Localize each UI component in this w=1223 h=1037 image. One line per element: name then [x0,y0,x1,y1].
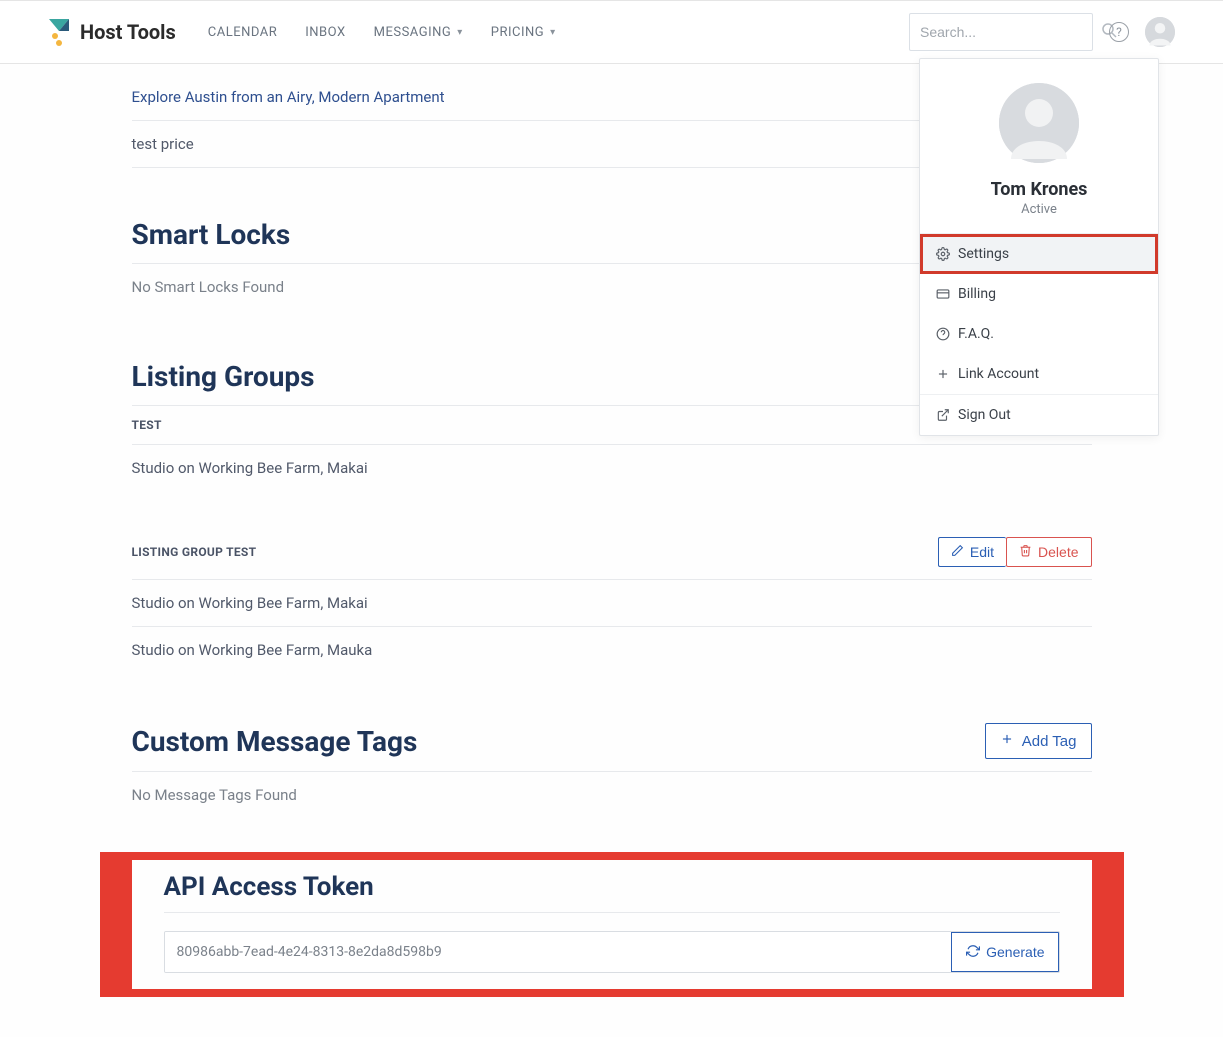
listing-link[interactable]: test price [132,135,194,153]
edit-button[interactable]: Edit [938,537,1006,567]
api-token-row: 80986abb-7ead-4e24-8313-8e2da8d598b9 Gen… [164,931,1060,973]
chevron-down-icon: ▾ [550,27,556,38]
api-token-heading: API Access Token [164,872,1060,913]
user-menu-sign-out-label: Sign Out [958,407,1011,423]
gear-icon [936,247,950,261]
user-menu-settings-label: Settings [958,246,1009,262]
user-menu-avatar [999,83,1079,163]
add-tag-label: Add Tag [1022,733,1077,750]
user-menu-billing[interactable]: Billing [920,274,1158,314]
group-actions: Edit Delete [938,537,1092,567]
user-menu-faq[interactable]: F.A.Q. [920,314,1158,354]
group-item[interactable]: Studio on Working Bee Farm, Makai [132,594,368,612]
user-avatar[interactable] [1145,17,1175,47]
user-menu-sign-out[interactable]: Sign Out [920,395,1158,435]
nav-messaging[interactable]: MESSAGING ▾ [374,25,463,40]
plus-icon [1000,732,1014,750]
nav-calendar[interactable]: CALENDAR [208,25,278,40]
user-menu-settings[interactable]: Settings [920,234,1158,274]
user-menu-header: Tom Krones Active [920,59,1158,234]
nav-pricing-label: PRICING [491,25,544,40]
brand-name: Host Tools [80,20,176,44]
highlight-border [100,852,1124,860]
nav-inbox[interactable]: INBOX [305,25,345,40]
delete-label: Delete [1038,544,1078,560]
generate-label: Generate [986,944,1044,960]
highlight-border [100,989,1124,997]
trash-icon [1019,544,1032,560]
user-menu-dropdown: Tom Krones Active Settings Billing F.A.Q… [919,58,1159,436]
delete-button[interactable]: Delete [1006,537,1091,567]
group-item[interactable]: Studio on Working Bee Farm, Mauka [132,641,373,659]
group-item-row[interactable]: Studio on Working Bee Farm, Makai [132,580,1092,627]
message-tags-empty: No Message Tags Found [132,772,1092,818]
empty-text: No Smart Locks Found [132,278,285,296]
chevron-down-icon: ▾ [457,27,463,38]
user-menu-link-account-label: Link Account [958,366,1039,382]
page: Tom Krones Active Settings Billing F.A.Q… [0,64,1223,1037]
user-menu-link-account[interactable]: Link Account [920,354,1158,394]
topbar-right: ? [909,13,1175,51]
search-input[interactable] [920,24,1101,40]
nav-messaging-label: MESSAGING [374,25,452,40]
search-box[interactable] [909,13,1093,51]
edit-label: Edit [970,544,994,560]
topbar: Host Tools CALENDAR INBOX MESSAGING ▾ PR… [0,0,1223,64]
brand[interactable]: Host Tools [48,18,176,46]
group-item[interactable]: Studio on Working Bee Farm, Makai [132,459,368,477]
nav-pricing[interactable]: PRICING ▾ [491,25,556,40]
brand-logo-icon [48,18,70,46]
message-tags-heading: Custom Message Tags [132,725,418,758]
refresh-icon [966,944,980,961]
top-nav: CALENDAR INBOX MESSAGING ▾ PRICING ▾ [208,25,556,40]
pencil-icon [951,544,964,560]
user-menu-name: Tom Krones [936,179,1142,200]
group-item-row[interactable]: Studio on Working Bee Farm, Mauka [132,627,1092,673]
plus-icon [936,367,950,381]
user-menu-billing-label: Billing [958,286,996,302]
empty-text: No Message Tags Found [132,786,297,804]
help-icon[interactable]: ? [1109,22,1129,42]
external-link-icon [936,408,950,422]
api-token-value[interactable]: 80986abb-7ead-4e24-8313-8e2da8d598b9 [165,932,952,972]
group-label: LISTING GROUP TEST [132,545,257,559]
group-label: TEST [132,418,162,432]
group-item-row[interactable]: Studio on Working Bee Farm, Makai [132,445,1092,491]
user-menu-status: Active [936,202,1142,217]
message-tags-header: Custom Message Tags Add Tag [132,723,1092,772]
user-menu-faq-label: F.A.Q. [958,326,994,342]
api-token-section: API Access Token 80986abb-7ead-4e24-8313… [132,852,1092,997]
listing-link[interactable]: Explore Austin from an Airy, Modern Apar… [132,88,445,106]
generate-button[interactable]: Generate [951,932,1058,972]
question-circle-icon [936,327,950,341]
add-tag-button[interactable]: Add Tag [985,723,1092,759]
credit-card-icon [936,287,950,301]
